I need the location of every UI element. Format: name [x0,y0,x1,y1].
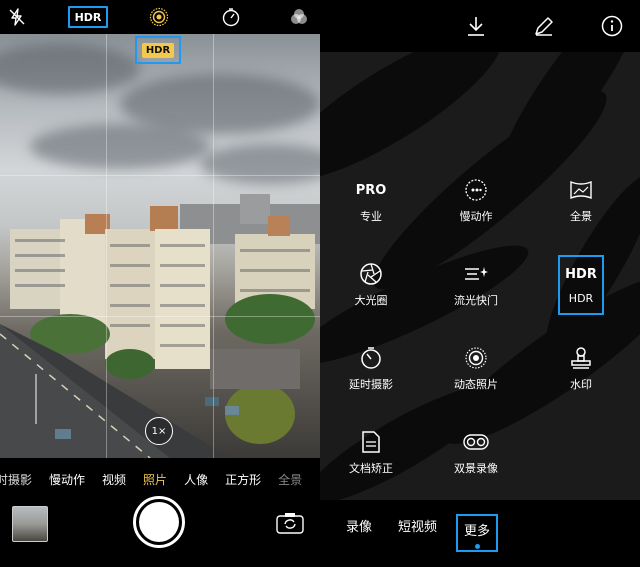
pro-text-icon: PRO [355,182,387,198]
menu-item-label: 大光圈 [354,294,388,307]
watermark-icon [570,346,592,370]
gallery-thumbnail[interactable] [12,506,48,542]
menu-item-light-painting[interactable]: 流光快门 [436,262,516,312]
zoom-button[interactable]: 1× [145,417,173,445]
dual-view-icon [463,430,489,454]
timelapse-icon [359,346,383,370]
menu-item-timelapse[interactable]: 延时摄影 [331,346,411,396]
menu-item-slow-motion[interactable]: 慢动作 [436,178,516,228]
slow-motion-icon [464,178,488,202]
document-icon [361,430,381,454]
menu-item-label: 文档矫正 [349,462,393,475]
hdr-text-icon: HDR [565,266,597,282]
menu-item-label: 双景录像 [454,462,498,475]
menu-top-bar [320,0,640,52]
menu-item-label: 全景 [570,210,592,223]
camera-switch-icon[interactable] [276,512,304,534]
mode-photo[interactable]: 照片 [143,471,167,488]
menu-item-label: HDR [568,292,594,305]
city-scene-image [0,194,320,458]
hdr-active-badge: HDR [141,42,175,58]
mode-square[interactable]: 正方形 [225,471,261,488]
filter-icon[interactable] [287,6,311,28]
camera-viewfinder[interactable]: HDR 1× [0,34,320,458]
menu-item-hdr[interactable]: HDR HDR [558,255,604,315]
grid-line [0,175,320,176]
camera-mode-selector: 时摄影 慢动作 视频 照片 人像 正方形 全景 [0,466,320,492]
light-painting-icon [463,262,489,286]
menu-item-moving-picture[interactable]: 动态照片 [436,346,516,396]
menu-item-pro[interactable]: PRO 专业 [331,178,411,228]
tab-short-video[interactable]: 短视频 [398,516,437,535]
menu-item-dual-view[interactable]: 双景录像 [436,430,516,480]
mode-timelapse[interactable]: 时摄影 [0,471,32,488]
hdr-toggle-button[interactable]: HDR [68,6,108,28]
moving-picture-icon [464,346,488,370]
camera-top-bar: HDR [0,0,320,34]
active-indicator-dot [474,544,480,549]
mode-panorama[interactable]: 全景 [278,471,302,488]
timer-icon[interactable] [219,6,243,28]
mode-portrait[interactable]: 人像 [184,471,208,488]
aperture-icon [359,262,383,286]
menu-item-label: 慢动作 [459,210,493,223]
grid-line [213,34,214,458]
tab-more[interactable]: 更多 [456,514,498,552]
grid-line [106,34,107,458]
edit-icon[interactable] [532,14,556,38]
panorama-icon [569,178,593,202]
camera-screen: HDR HDR 1× 时摄影 慢动作 视频 照片 人像 正方形 全景 [0,0,320,567]
menu-item-label: 动态照片 [454,378,498,391]
tab-more-label: 更多 [463,524,490,539]
live-photo-icon[interactable] [147,6,171,28]
menu-item-document-correction[interactable]: 文档矫正 [331,430,411,480]
menu-item-label: 流光快门 [454,294,498,307]
menu-item-large-aperture[interactable]: 大光圈 [331,262,411,312]
mode-tab-bar: 录像 短视频 更多 [320,500,640,567]
menu-item-label: 水印 [570,378,592,391]
tab-record[interactable]: 录像 [346,516,372,535]
download-icon[interactable] [464,14,488,38]
menu-item-watermark[interactable]: 水印 [541,346,621,396]
hdr-active-badge-frame: HDR [135,36,181,64]
menu-item-panorama[interactable]: 全景 [541,178,621,228]
menu-item-label: 专业 [360,210,382,223]
info-icon[interactable] [600,14,624,38]
shutter-button[interactable] [133,496,185,548]
mode-video[interactable]: 视频 [102,471,126,488]
mode-slow-motion[interactable]: 慢动作 [49,471,85,488]
flash-off-icon[interactable] [6,6,28,28]
more-modes-screen: PRO 专业 慢动作 全景 大光圈 流光快门 HDR HDR 延时摄影 动态照片… [320,0,640,567]
menu-item-label: 延时摄影 [349,378,393,391]
grid-line [0,316,320,317]
